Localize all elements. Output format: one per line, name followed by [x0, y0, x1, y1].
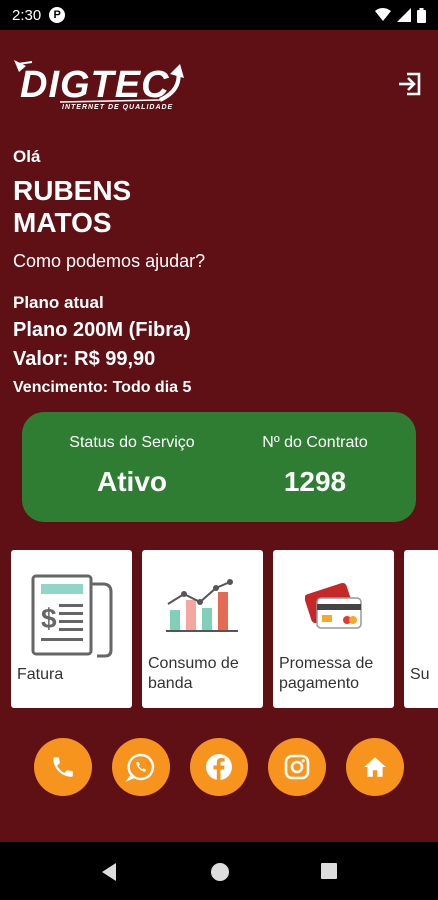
- logout-button[interactable]: [396, 70, 424, 98]
- system-status-bar: 2:30 P: [0, 0, 438, 30]
- plan-value: Valor: R$ 99,90: [13, 348, 156, 370]
- plan-due-date: Vencimento: Todo dia 5: [13, 379, 192, 396]
- digtec-logo: DIGTEC INTERNET DE QUALIDADE: [10, 52, 190, 114]
- whatsapp-button[interactable]: [112, 738, 170, 796]
- clock: 2:30: [12, 6, 42, 24]
- card-consumo-de-banda[interactable]: Consumo de banda: [142, 550, 263, 708]
- invoice-icon: $: [31, 574, 113, 658]
- service-status-label: Status do Serviço: [69, 434, 195, 451]
- battery-icon: [417, 7, 426, 23]
- contract-number-value: 1298: [283, 466, 347, 497]
- card-partial[interactable]: Su: [404, 550, 438, 708]
- recents-icon[interactable]: [320, 862, 338, 880]
- signal-icon: [397, 8, 411, 22]
- card-label: Consumo de banda: [148, 655, 239, 692]
- greeting-hello: Olá: [13, 147, 41, 166]
- credit-card-icon: [305, 582, 362, 629]
- phone-icon: [53, 757, 73, 777]
- contact-buttons: [0, 738, 438, 798]
- back-icon[interactable]: [100, 862, 118, 882]
- customer-name: RUBENS MATOS: [13, 175, 132, 238]
- contract-number-label: Nº do Contrato: [262, 434, 368, 451]
- service-status: Status do Serviço Ativo: [42, 434, 222, 498]
- app-notification-icon: P: [49, 7, 66, 23]
- plan-label: Plano atual: [13, 293, 104, 312]
- plan-name: Plano 200M (Fibra): [13, 319, 191, 341]
- home-icon: [364, 757, 386, 777]
- bar-chart-icon: [166, 579, 238, 632]
- phone-button[interactable]: [34, 738, 92, 796]
- service-cards-carousel[interactable]: $ Fatura Consumo de banda Promessa de pa…: [0, 550, 438, 710]
- card-label: Fatura: [17, 666, 64, 683]
- brand-tagline: INTERNET DE QUALIDADE: [62, 104, 174, 111]
- service-status-value: Ativo: [97, 466, 167, 497]
- logout-icon: [399, 72, 421, 96]
- svg-text:$: $: [41, 603, 57, 634]
- instagram-icon: [284, 754, 310, 780]
- card-promessa-de-pagamento[interactable]: Promessa de pagamento: [273, 550, 394, 708]
- home-nav-icon[interactable]: [210, 862, 230, 882]
- app-screen: DIGTEC INTERNET DE QUALIDADE Olá RUBENS …: [0, 30, 438, 842]
- instagram-button[interactable]: [268, 738, 326, 796]
- help-question: Como podemos ajudar?: [13, 251, 206, 271]
- contract-number: Nº do Contrato 1298: [225, 434, 405, 498]
- whatsapp-icon: [126, 753, 155, 782]
- system-navigation-bar: [0, 842, 438, 900]
- card-label: Promessa de pagamento: [279, 655, 374, 692]
- service-status-card: Status do Serviço Ativo Nº do Contrato 1…: [22, 412, 416, 522]
- card-label: Su: [410, 666, 430, 683]
- home-button[interactable]: [346, 738, 404, 796]
- facebook-button[interactable]: [190, 738, 248, 796]
- card-fatura[interactable]: $ Fatura: [11, 550, 132, 708]
- facebook-icon: [206, 754, 232, 780]
- brand-name: DIGTEC: [20, 64, 170, 106]
- wifi-icon: [375, 8, 391, 21]
